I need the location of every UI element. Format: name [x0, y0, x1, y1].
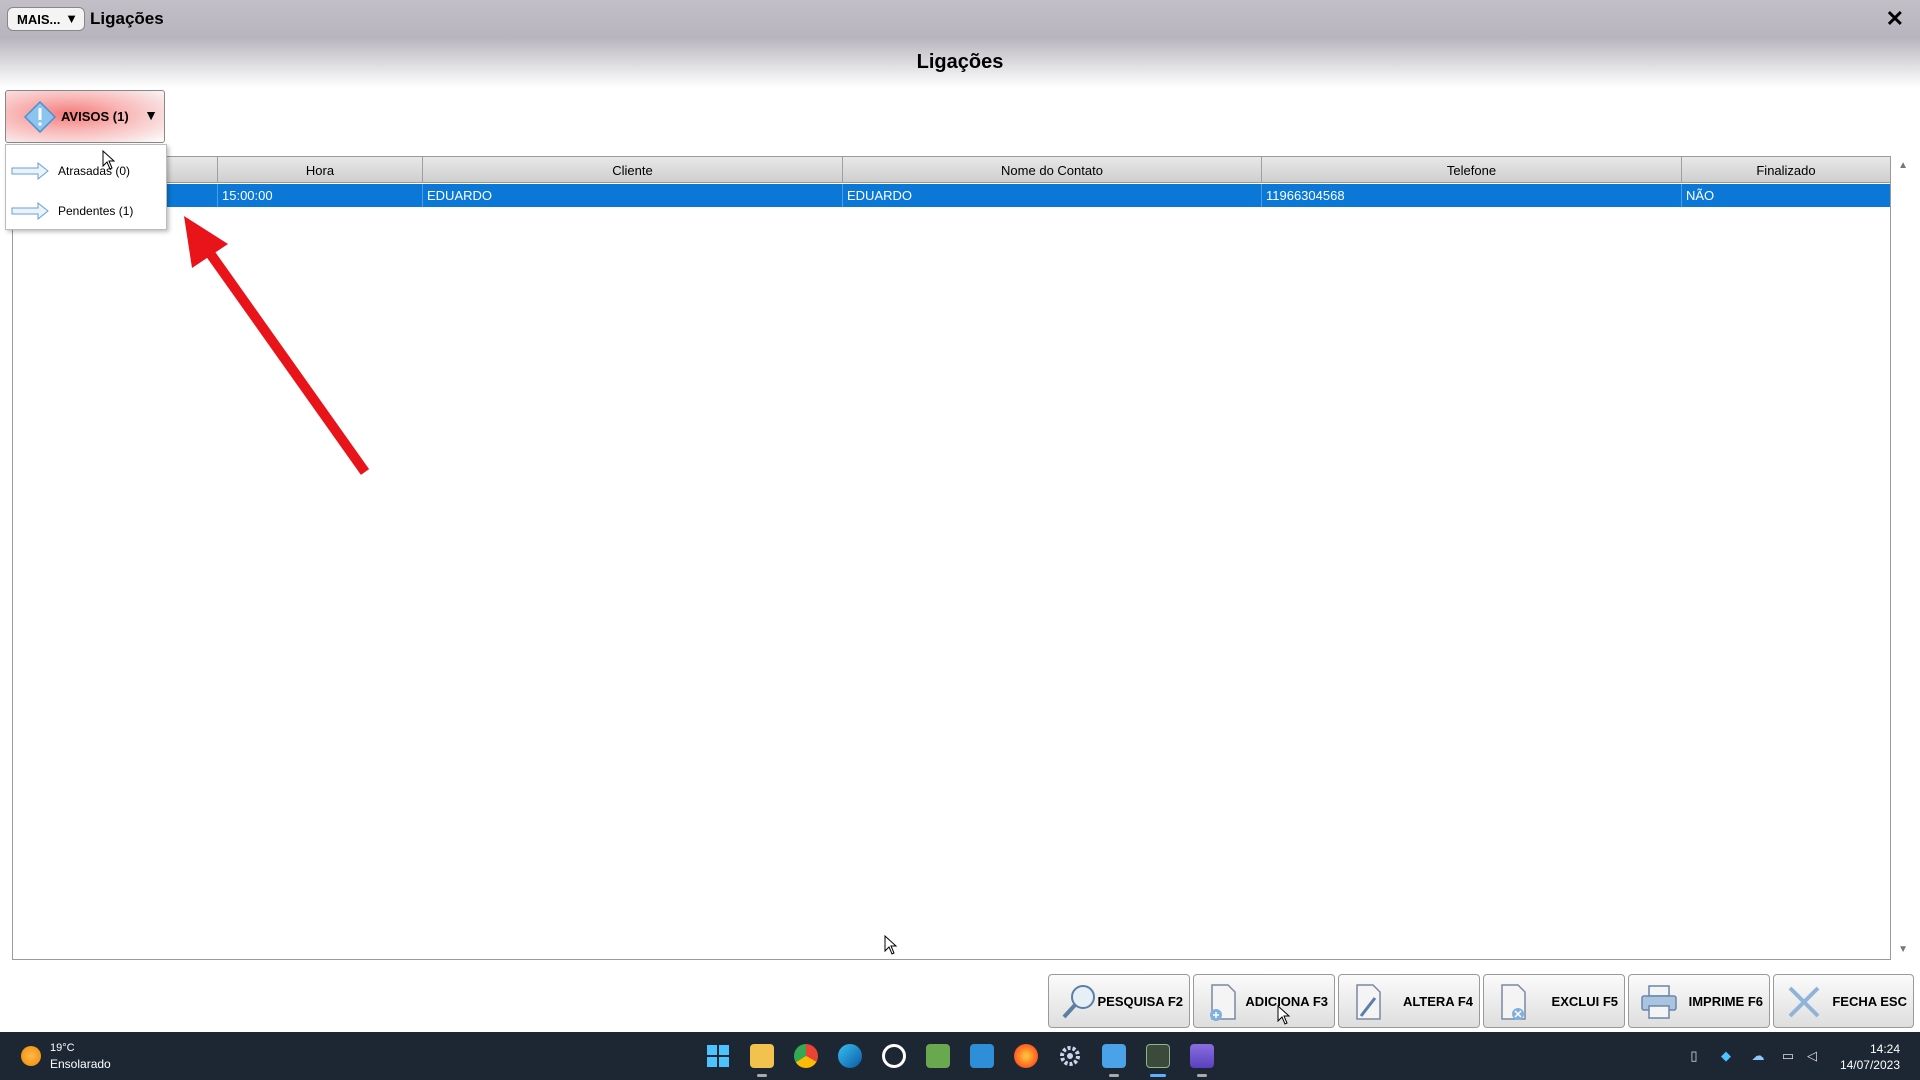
page-title: Ligações [916, 51, 1004, 73]
mais-dropdown[interactable]: MAIS... ▼ [7, 7, 85, 31]
window-title: Ligações [90, 9, 164, 28]
annotation-arrow-icon [184, 216, 370, 475]
cloud-sync-icon[interactable]: ☁ [1750, 1048, 1766, 1064]
add-document-icon [1210, 984, 1236, 1021]
running-indicator [1109, 1074, 1119, 1077]
arrow-right-icon [11, 202, 49, 220]
column-header-nome-contato[interactable]: Nome do Contato [843, 157, 1262, 183]
network-icon[interactable]: ▭ [1780, 1048, 1796, 1064]
cell-hora: 15:00:00 [218, 184, 423, 207]
running-indicator [1197, 1074, 1207, 1077]
exclui-label: EXCLUI F5 [1551, 994, 1618, 1009]
cell-finalizado: NÃO [1686, 188, 1715, 203]
menu-item-atrasadas[interactable]: Atrasadas (0) [6, 154, 166, 188]
printer-icon [1641, 985, 1677, 1019]
avisos-label: AVISOS (1) [61, 109, 129, 124]
running-indicator [757, 1074, 767, 1077]
warning-diamond-icon [24, 101, 56, 133]
sun-icon[interactable] [21, 1046, 41, 1066]
weather-description: Ensolarado [50, 1057, 111, 1071]
column-header-cliente[interactable]: Cliente [423, 157, 843, 183]
delete-document-icon [1501, 984, 1526, 1020]
avisos-menu: Atrasadas (0) Pendentes (1) [5, 144, 167, 230]
title-bar: MAIS... ▼ Ligações ✕ [0, 0, 1920, 38]
fecha-label: FECHA ESC [1832, 994, 1907, 1009]
table-header: Hora Cliente Nome do Contato Telefone Fi… [13, 157, 1890, 183]
imprime-label: IMPRIME F6 [1688, 994, 1763, 1009]
settings-gear-icon[interactable] [1058, 1044, 1082, 1068]
weather-temperature: 19°C [50, 1042, 75, 1054]
cell-telefone: 11966304568 [1262, 184, 1682, 207]
clock-date[interactable]: 14/07/2023 [1840, 1058, 1900, 1072]
fecha-button[interactable]: FECHA ESC [1773, 974, 1914, 1028]
close-icon[interactable]: ✕ [1886, 6, 1904, 32]
adiciona-button[interactable]: ADICIONA F3 [1193, 974, 1335, 1028]
volume-icon[interactable]: ◁ [1804, 1048, 1820, 1064]
active-indicator [1150, 1074, 1166, 1077]
firefox-icon[interactable] [1014, 1044, 1038, 1068]
edge-icon[interactable] [838, 1044, 862, 1068]
close-icon [1788, 986, 1820, 1018]
exclui-button[interactable]: EXCLUI F5 [1483, 974, 1625, 1028]
chevron-down-icon: ▼ [65, 11, 78, 26]
scroll-down-arrow-icon[interactable]: ▼ [1898, 944, 1908, 955]
mouse-cursor-icon [1277, 1005, 1291, 1025]
file-explorer-icon[interactable] [750, 1044, 774, 1068]
menu-item-pendentes[interactable]: Pendentes (1) [6, 194, 166, 228]
notepad-icon[interactable] [1102, 1044, 1126, 1068]
taskbar: 19°C Ensolarado ▯ ◆ ☁ ▭ ◁ 14:24 14/07/20… [0, 1032, 1920, 1080]
whatsapp-icon[interactable] [882, 1044, 906, 1068]
menu-item-label: Pendentes (1) [58, 204, 134, 218]
security-shield-icon[interactable]: ◆ [1718, 1048, 1734, 1064]
edit-document-icon [1356, 984, 1381, 1020]
page-header: Ligações [0, 38, 1920, 88]
cell-nome-contato: EDUARDO [843, 184, 1262, 207]
video-editor-icon[interactable] [1190, 1044, 1214, 1068]
pesquisa-button[interactable]: PESQUISA F2 [1048, 974, 1190, 1028]
altera-button[interactable]: ALTERA F4 [1338, 974, 1480, 1028]
column-header-hora[interactable]: Hora [218, 157, 423, 183]
table-row[interactable]: 15:00:00 EDUARDO EDUARDO 11966304568 NÃO [13, 184, 1890, 207]
altera-label: ALTERA F4 [1402, 994, 1473, 1009]
clock-time[interactable]: 14:24 [1870, 1042, 1900, 1056]
arrow-right-icon [11, 162, 49, 180]
column-header-finalizado[interactable]: Finalizado [1682, 157, 1890, 183]
mouse-cursor-icon [884, 935, 898, 955]
avisos-button[interactable]: AVISOS (1) ▼ [5, 90, 165, 143]
column-header-telefone[interactable]: Telefone [1262, 157, 1682, 183]
chevron-down-icon[interactable]: ▼ [144, 107, 158, 123]
mais-label: MAIS... [17, 11, 61, 27]
usb-device-icon[interactable]: ▯ [1686, 1048, 1702, 1064]
pesquisa-label: PESQUISA F2 [1097, 994, 1183, 1009]
cell-cliente: EDUARDO [423, 184, 843, 207]
imprime-button[interactable]: IMPRIME F6 [1628, 974, 1770, 1028]
spreadsheet-app-icon[interactable] [926, 1044, 950, 1068]
chrome-icon[interactable] [794, 1044, 818, 1068]
windows-start-icon[interactable] [706, 1044, 730, 1068]
mouse-cursor-icon [102, 150, 116, 170]
menu-item-label: Atrasadas (0) [58, 164, 131, 178]
magnifier-icon [1062, 985, 1095, 1019]
remote-access-icon[interactable] [970, 1044, 994, 1068]
erp-app-icon[interactable] [1146, 1044, 1170, 1068]
scroll-up-arrow-icon[interactable]: ▲ [1898, 160, 1908, 171]
